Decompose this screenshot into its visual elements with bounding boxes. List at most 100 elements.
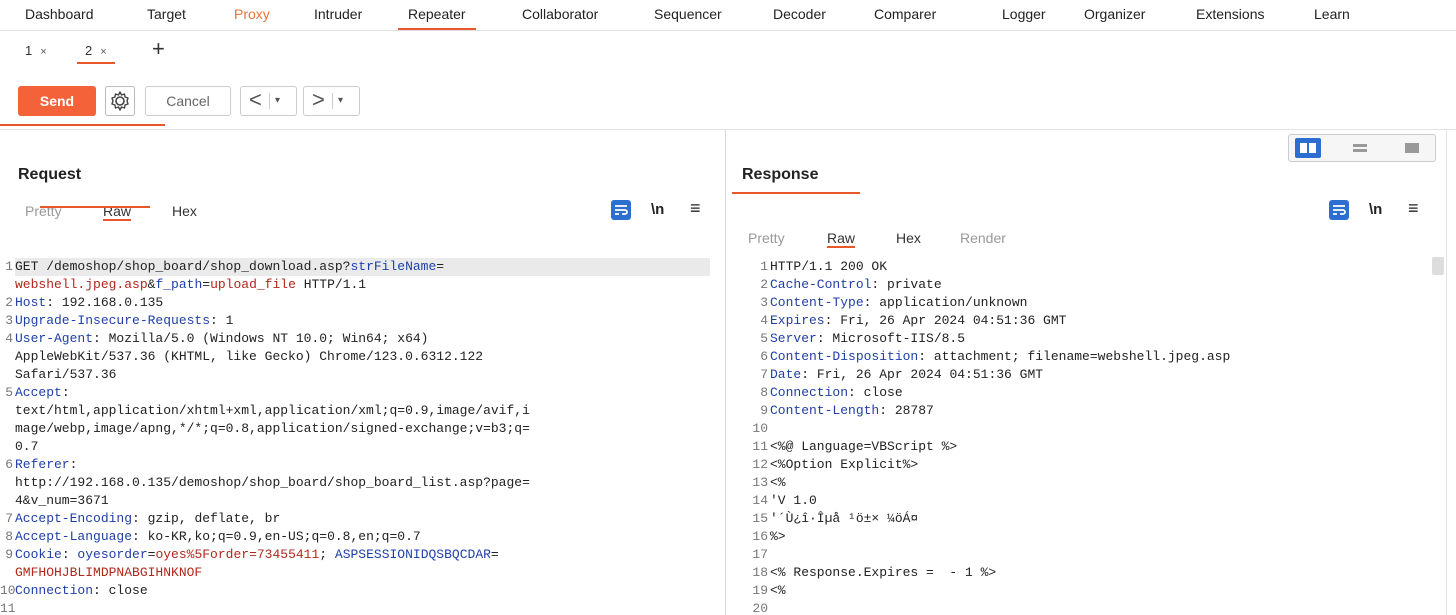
code-line: text/html,application/xhtml+xml,applicat… [0, 402, 710, 420]
tab-repeater[interactable]: Repeater [398, 0, 476, 30]
tab-hex[interactable]: Hex [172, 203, 197, 219]
tab-target[interactable]: Target [147, 0, 186, 28]
panel-divider[interactable] [725, 130, 726, 615]
line-number: 11 [0, 601, 16, 615]
wrap-lines-icon[interactable] [610, 199, 632, 221]
line-number: 8 [5, 529, 13, 544]
gear-icon[interactable] [105, 86, 135, 116]
tab-learn[interactable]: Learn [1314, 0, 1350, 28]
line-number: 10 [752, 421, 768, 436]
forward-button[interactable]: > ▾ [303, 86, 360, 116]
code-line: 15 '´Ù¿î·Îµå ¹ö±× ¼öÁ¤ [732, 510, 1437, 528]
request-editor[interactable]: 1 GET /demoshop/shop_board/shop_download.… [0, 258, 710, 615]
line-number: 11 [752, 439, 768, 454]
right-edge [1446, 130, 1447, 615]
code-line: 10Connection: close [0, 582, 710, 600]
newline-toggle[interactable]: \n [651, 201, 664, 218]
code-line: 10 [732, 420, 1437, 438]
line-number: 7 [5, 511, 13, 526]
line-number: 7 [760, 367, 768, 382]
response-scrollbar[interactable] [1432, 257, 1444, 275]
code-text: http://192.168.0.135/demoshop/shop_board… [15, 475, 530, 490]
code-text: Content-Type: application/unknown [770, 295, 1028, 310]
code-line: 14 'V 1.0 [732, 492, 1437, 510]
code-line: 9 Content-Length: 28787 [732, 402, 1437, 420]
tab-extensions[interactable]: Extensions [1196, 0, 1264, 28]
code-text: Cookie: oyesorder=oyes%5Forder=73455411;… [15, 547, 499, 562]
code-line: GMFHOHJBLIMDPNABGIHNKNOF [0, 564, 710, 582]
code-line: 5 Server: Microsoft-IIS/8.5 [732, 330, 1437, 348]
code-text: HTTP/1.1 200 OK [770, 259, 888, 274]
tab-raw[interactable]: Raw [827, 230, 856, 248]
response-accent-line [732, 192, 860, 194]
code-line: mage/webp,image/apng,*/*;q=0.8,applicati… [0, 420, 710, 438]
line-number: 18 [752, 565, 768, 580]
chevron-down-icon[interactable]: ▾ [275, 87, 280, 115]
code-text: AppleWebKit/537.36 (KHTML, like Gecko) C… [15, 349, 484, 364]
split-horizontal-icon[interactable] [1295, 138, 1321, 158]
code-text: Connection: close [770, 385, 903, 400]
code-line: 3 Content-Type: application/unknown [732, 294, 1437, 312]
code-line: 17 [732, 546, 1437, 564]
tab-intruder[interactable]: Intruder [314, 0, 362, 28]
repeater-tab-2[interactable]: 2 × [77, 40, 115, 64]
code-line: 4&v_num=3671 [0, 492, 710, 510]
repeater-tab-label: 2 [85, 43, 93, 58]
tab-comparer[interactable]: Comparer [874, 0, 936, 28]
code-line: 12 <%Option Explicit%> [732, 456, 1437, 474]
code-line: 1 GET /demoshop/shop_board/shop_download.… [0, 258, 710, 276]
tab-logger[interactable]: Logger [1002, 0, 1046, 28]
add-tab-icon[interactable]: + [152, 38, 165, 60]
code-line: 6 Content-Disposition: attachment; filena… [732, 348, 1437, 366]
code-text: '´Ù¿î·Îµå ¹ö±× ¼öÁ¤ [770, 511, 919, 526]
tab-proxy[interactable]: Proxy [234, 0, 270, 28]
newline-toggle[interactable]: \n [1369, 201, 1382, 218]
line-number: 6 [760, 349, 768, 364]
code-text: %> [770, 529, 786, 544]
code-text: Cache-Control: private [770, 277, 942, 292]
close-icon[interactable]: × [100, 46, 106, 58]
code-line: 7 Date: Fri, 26 Apr 2024 04:51:36 GMT [732, 366, 1437, 384]
tab-render[interactable]: Render [960, 230, 1006, 246]
toolbar-accent-line [0, 124, 165, 126]
tab-hex[interactable]: Hex [896, 230, 921, 246]
back-arrow-icon: < [249, 87, 262, 112]
back-button[interactable]: < ▾ [240, 86, 297, 116]
close-icon[interactable]: × [40, 46, 46, 58]
line-number: 14 [752, 493, 768, 508]
tab-collaborator[interactable]: Collaborator [522, 0, 598, 28]
code-text: <% [770, 475, 786, 490]
code-line: 8 Accept-Language: ko-KR,ko;q=0.9,en-US;q… [0, 528, 710, 546]
layout-toggle-group [1288, 134, 1436, 162]
chevron-down-icon[interactable]: ▾ [338, 87, 343, 115]
cancel-button[interactable]: Cancel [145, 86, 231, 116]
code-text: Accept-Language: ko-KR,ko;q=0.9,en-US;q=… [15, 529, 421, 544]
repeater-tab-1[interactable]: 1 × [25, 40, 47, 62]
top-nav: Dashboard Target Proxy Intruder Repeater… [0, 0, 1456, 31]
repeater-subtabs: 1 × 2 × [0, 33, 1456, 69]
code-text: Host: 192.168.0.135 [15, 295, 164, 310]
tab-sequencer[interactable]: Sequencer [654, 0, 722, 28]
tab-pretty[interactable]: Pretty [748, 230, 785, 246]
send-button[interactable]: Send [18, 86, 96, 116]
code-line: 11 <%@ Language=VBScript %> [732, 438, 1437, 456]
tab-organizer[interactable]: Organizer [1084, 0, 1145, 28]
response-editor[interactable]: 1 HTTP/1.1 200 OK 2 Cache-Control: private 3… [732, 258, 1437, 615]
line-number: 10 [0, 583, 16, 598]
code-text: User-Agent: Mozilla/5.0 (Windows NT 10.0… [15, 331, 429, 346]
line-number: 2 [760, 277, 768, 292]
wrap-lines-icon[interactable] [1328, 199, 1350, 221]
tabs-view-icon[interactable] [1399, 138, 1425, 158]
menu-icon[interactable]: ≡ [1408, 198, 1419, 219]
code-line: 1 HTTP/1.1 200 OK [732, 258, 1437, 276]
split-vertical-icon[interactable] [1347, 138, 1373, 158]
menu-icon[interactable]: ≡ [690, 198, 701, 219]
tab-decoder[interactable]: Decoder [773, 0, 826, 28]
code-line: 11 [0, 600, 710, 615]
code-line: Safari/537.36 [0, 366, 710, 384]
tab-dashboard[interactable]: Dashboard [25, 0, 94, 28]
request-title: Request [18, 166, 82, 183]
code-line: 5 Accept: [0, 384, 710, 402]
code-line: AppleWebKit/537.36 (KHTML, like Gecko) C… [0, 348, 710, 366]
line-number: 3 [760, 295, 768, 310]
